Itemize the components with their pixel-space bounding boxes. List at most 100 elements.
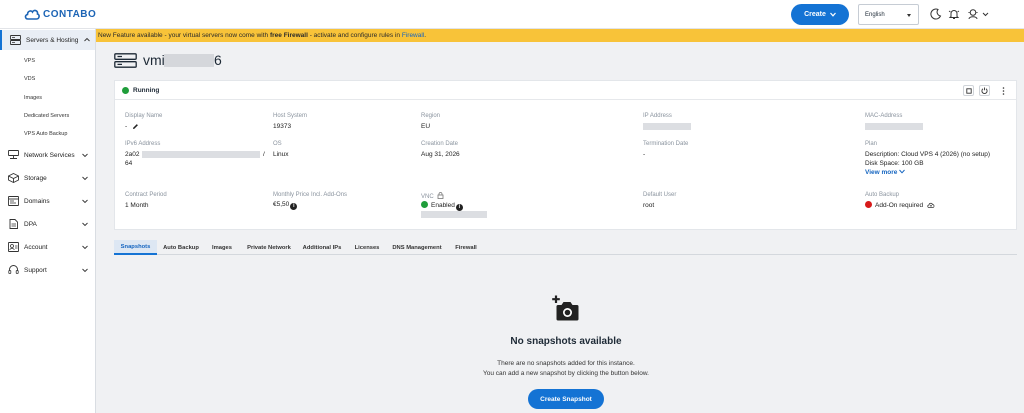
redacted-vnc-address — [421, 211, 487, 218]
chevron-down-icon — [82, 199, 88, 204]
caret-down-icon — [907, 14, 911, 17]
banner-bold: free Firewall — [269, 32, 308, 39]
sidebar-item-dedicated-servers[interactable]: Dedicated Servers — [24, 113, 69, 119]
tab-licenses[interactable]: Licenses — [349, 240, 385, 255]
host-system-value: 19373 — [273, 123, 292, 130]
language-select[interactable]: English — [858, 4, 919, 25]
stop-button[interactable] — [963, 85, 974, 96]
document-icon — [9, 219, 18, 229]
banner-suffix: . — [424, 32, 427, 39]
edit-pencil-icon[interactable] — [132, 123, 139, 130]
support-icon — [8, 265, 19, 274]
top-bar: CONTABO Create English — [0, 0, 1024, 29]
display-name-label: Display Name — [125, 113, 163, 119]
restart-button[interactable] — [979, 85, 990, 96]
plan-disk-space: Disk Space: 100 GB — [865, 160, 924, 167]
feature-banner: New Feature available - your virtual ser… — [95, 29, 1024, 42]
region-value: EU — [421, 123, 431, 130]
vnc-status-text: Enabled — [431, 202, 455, 209]
os-label: OS — [273, 141, 282, 147]
mac-address-label: MAC-Address — [865, 113, 903, 119]
more-options-button[interactable] — [998, 85, 1009, 96]
sidebar-group-servers-hosting[interactable]: Servers & Hosting — [0, 30, 95, 50]
bell-icon[interactable] — [948, 8, 960, 20]
network-icon — [8, 150, 19, 159]
cloud-logo-icon — [24, 9, 40, 20]
account-icon — [8, 242, 19, 252]
sidebar-group-label: Network Services — [24, 151, 75, 159]
sidebar-group-storage[interactable]: Storage — [0, 168, 95, 188]
chevron-down-icon — [82, 268, 88, 273]
tab-private-network[interactable]: Private Network — [241, 240, 297, 255]
banner-firewall-link[interactable]: Firewall — [402, 32, 424, 39]
user-support-icon[interactable] — [967, 8, 979, 20]
add-photo-camera-icon — [552, 295, 579, 321]
sidebar-group-label: Domains — [24, 197, 50, 205]
view-more-link[interactable]: View more — [865, 169, 906, 176]
ipv6-value-end: / — [263, 151, 265, 158]
chevron-down-icon — [82, 245, 88, 250]
tab-auto-backup[interactable]: Auto Backup — [159, 240, 203, 255]
display-name-value: - — [125, 123, 128, 130]
sidebar-group-domains[interactable]: Domains — [0, 191, 95, 211]
creation-date-label: Creation Date — [421, 141, 459, 147]
sidebar-group-dpa[interactable]: DPA — [0, 214, 95, 234]
vnc-label-text: VNC — [421, 194, 434, 200]
tab-dns-management[interactable]: DNS Management — [388, 240, 446, 255]
tab-firewall[interactable]: Firewall — [449, 240, 483, 255]
empty-state-text-2: You can add a new snapshot by clicking t… — [483, 370, 649, 377]
create-snapshot-button[interactable]: Create Snapshot — [528, 389, 604, 409]
cloud-add-icon[interactable] — [927, 202, 935, 208]
tab-images[interactable]: Images — [205, 240, 239, 255]
banner-middle: - activate and configure rules in — [307, 32, 402, 39]
info-icon[interactable]: i — [455, 204, 463, 211]
sidebar-item-images[interactable]: Images — [24, 95, 42, 101]
vnc-label: VNC — [421, 192, 444, 200]
host-system-label: Host System — [273, 113, 308, 119]
sidebar-group-account[interactable]: Account — [0, 237, 95, 257]
monthly-price-label: Monthly Price Incl. Add-Ons — [273, 192, 348, 198]
create-button[interactable]: Create — [791, 4, 849, 25]
view-more-label: View more — [865, 169, 898, 176]
sidebar: Servers & Hosting VPS VDS Images Dedicat… — [0, 29, 96, 413]
sidebar-group-network-services[interactable]: Network Services — [0, 145, 95, 165]
more-vertical-icon — [1002, 86, 1005, 95]
contract-period-value: 1 Month — [125, 202, 149, 209]
sidebar-group-label: Support — [24, 266, 47, 274]
vnc-status-indicator — [421, 201, 428, 208]
tab-additional-ips[interactable]: Additional IPs — [299, 240, 345, 255]
status-text: Running — [133, 87, 160, 94]
language-selected: English — [865, 11, 885, 18]
redacted-ipv6 — [142, 151, 260, 158]
chevron-up-icon — [84, 37, 90, 42]
sidebar-item-vds[interactable]: VDS — [24, 76, 35, 82]
contabo-logo[interactable]: CONTABO — [24, 7, 96, 21]
creation-date-value: Aug 31, 2026 — [421, 151, 460, 158]
sidebar-group-support[interactable]: Support — [0, 260, 95, 280]
default-user-label: Default User — [643, 192, 677, 198]
vnc-status: Enabled i — [421, 201, 463, 211]
sidebar-group-label: DPA — [24, 220, 37, 228]
auto-backup-status-indicator — [865, 201, 872, 208]
redacted-block — [164, 54, 214, 67]
status-row: Running — [115, 81, 1016, 100]
tab-snapshots[interactable]: Snapshots — [114, 240, 157, 255]
lock-icon[interactable] — [437, 192, 444, 199]
region-label: Region — [421, 113, 441, 119]
termination-date-value: - — [643, 151, 646, 158]
sidebar-item-vps-auto-backup[interactable]: VPS Auto Backup — [24, 131, 67, 137]
tab-bar: Snapshots Auto Backup Images Private Net… — [114, 240, 1017, 255]
brand-name: CONTABO — [43, 8, 97, 20]
plan-label: Plan — [865, 141, 878, 147]
auto-backup-status: Add-On required — [865, 201, 935, 209]
chevron-down-icon[interactable] — [982, 8, 989, 20]
page-title-suffix: 6 — [214, 52, 222, 68]
sidebar-item-vps[interactable]: VPS — [24, 58, 35, 64]
chevron-down-icon — [82, 153, 88, 158]
moon-icon[interactable] — [930, 8, 942, 20]
empty-state-title: No snapshots available — [510, 336, 622, 347]
monthly-price-amount: €5,50 — [273, 201, 290, 208]
info-icon[interactable]: i — [290, 203, 298, 210]
sidebar-group-label: Storage — [24, 174, 47, 182]
monthly-price-value: €5,50 i — [273, 201, 298, 210]
